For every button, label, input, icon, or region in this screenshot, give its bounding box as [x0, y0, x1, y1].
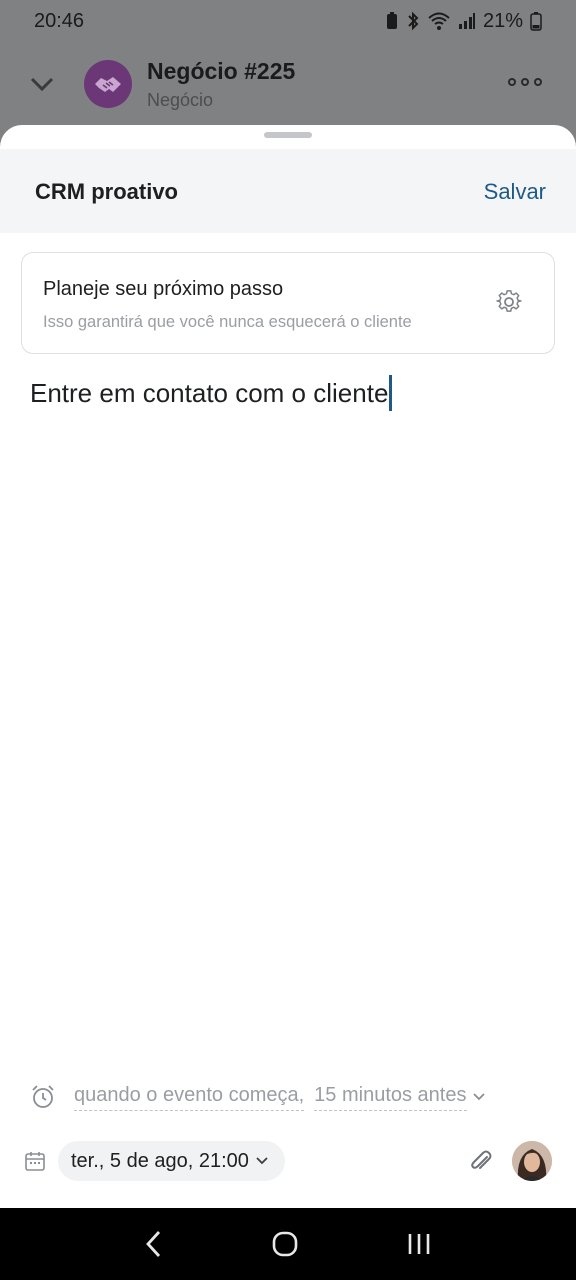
- deadline-date-picker[interactable]: ter., 5 de ago, 21:00: [58, 1141, 285, 1181]
- gear-icon[interactable]: [496, 289, 522, 315]
- back-icon[interactable]: [144, 1229, 164, 1259]
- signal-icon: [458, 13, 475, 29]
- more-icon[interactable]: [508, 78, 542, 86]
- user-photo: [512, 1141, 552, 1181]
- sheet-header: CRM proativo Salvar: [0, 149, 576, 233]
- text-cursor: [389, 375, 393, 411]
- bluetooth-icon: [408, 11, 419, 31]
- save-button[interactable]: Salvar: [484, 179, 546, 205]
- home-icon[interactable]: [271, 1230, 299, 1258]
- system-nav-bar: [0, 1208, 576, 1280]
- reminder-when[interactable]: quando o evento começa,: [74, 1084, 305, 1111]
- chevron-down-icon[interactable]: [471, 1091, 487, 1103]
- crm-sheet: CRM proativo Salvar Planeje seu próximo …: [0, 125, 576, 1208]
- alarm-icon: [32, 1085, 54, 1108]
- chevron-down-icon[interactable]: [28, 70, 56, 98]
- footer-bar: ter., 5 de ago, 21:00: [0, 1141, 576, 1181]
- status-time: 20:46: [34, 9, 85, 32]
- background-app: 20:46 21% Negócio #225 Negócio: [0, 0, 576, 140]
- paperclip-icon[interactable]: [468, 1147, 494, 1175]
- handshake-icon: [95, 77, 121, 92]
- wifi-icon: [428, 12, 450, 30]
- drag-handle[interactable]: [264, 132, 312, 138]
- note-text: Entre em contato com o cliente: [30, 377, 389, 408]
- calendar-icon: [25, 1152, 45, 1171]
- avatar[interactable]: [512, 1141, 552, 1181]
- plan-title: Planeje seu próximo passo: [43, 278, 284, 300]
- recents-icon[interactable]: [406, 1232, 432, 1256]
- reminder-offset[interactable]: 15 minutos antes: [314, 1084, 467, 1111]
- note-input[interactable]: Entre em contato com o cliente: [30, 375, 393, 411]
- status-icons: 21%: [385, 10, 542, 33]
- deadline-date: ter., 5 de ago, 21:00: [71, 1149, 249, 1172]
- status-bar: 20:46 21%: [0, 0, 576, 42]
- battery-icon: [530, 12, 542, 31]
- deal-title: Negócio #225: [147, 58, 296, 84]
- battery-level: 21%: [482, 9, 523, 32]
- chevron-down-icon: [256, 1157, 268, 1165]
- deal-header: Negócio #225 Negócio: [0, 52, 576, 116]
- plan-subtitle: Isso garantirá que você nunca esquecerá …: [43, 313, 412, 331]
- reminder-row[interactable]: quando o evento começa, 15 minutos antes: [30, 1080, 487, 1114]
- deal-subtitle: Negócio: [147, 90, 214, 110]
- deal-avatar: [84, 60, 132, 108]
- sheet-title: CRM proativo: [35, 179, 178, 204]
- plan-next-step-card[interactable]: Planeje seu próximo passo Isso garantirá…: [21, 252, 555, 354]
- battery-saver-icon: [386, 12, 397, 29]
